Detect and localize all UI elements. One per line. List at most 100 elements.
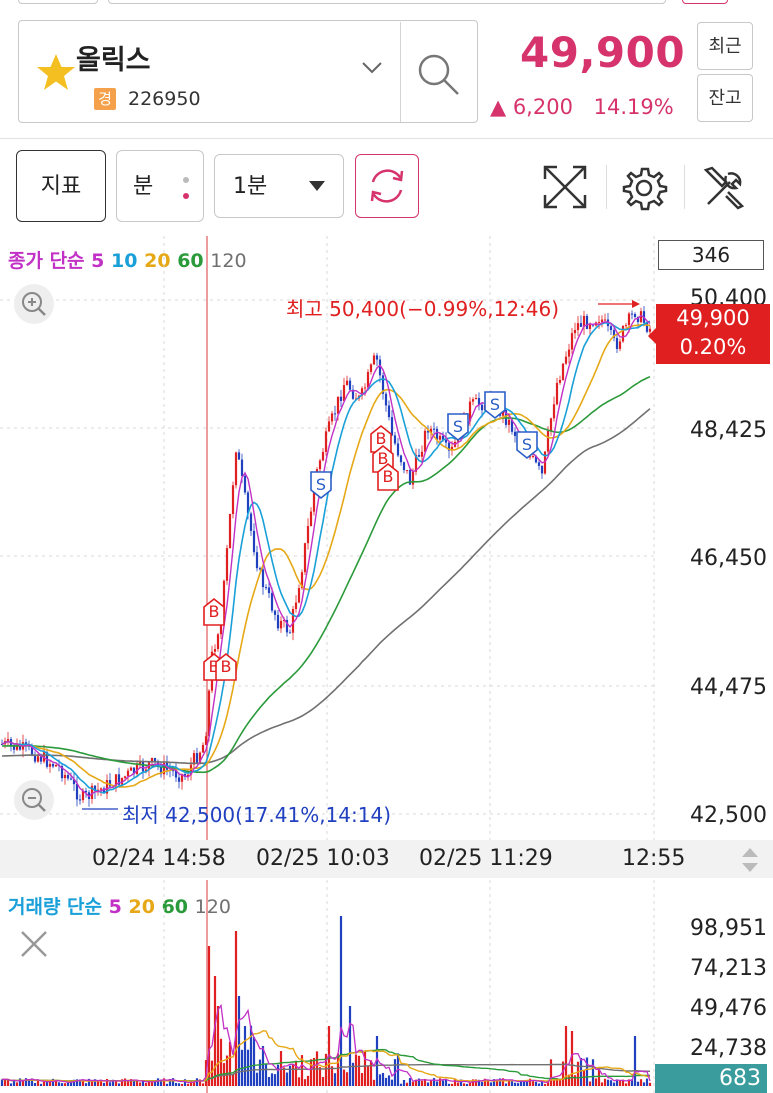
volume-bar — [207, 946, 211, 1086]
candle-body — [432, 428, 436, 430]
candle-body — [423, 430, 427, 452]
volume-bar — [177, 1083, 181, 1086]
volume-bar — [648, 1082, 652, 1086]
volume-bar — [612, 1082, 616, 1086]
candle-body — [51, 763, 55, 767]
volume-bar — [633, 1036, 637, 1086]
candle-body — [573, 330, 577, 334]
svg-text:S: S — [316, 475, 326, 494]
fullscreen-icon[interactable] — [541, 163, 589, 215]
volume-bar — [306, 1075, 310, 1086]
volume-bar — [102, 1082, 106, 1086]
volume-bar — [579, 1057, 583, 1086]
volume-bar — [192, 1082, 196, 1086]
candle-body — [330, 413, 334, 422]
volume-bar — [639, 1079, 643, 1086]
volume-bar — [561, 1061, 565, 1086]
volume-bar — [261, 1046, 265, 1086]
indicator-button[interactable]: 지표 — [16, 150, 106, 222]
candle-body — [390, 417, 394, 436]
volume-bar — [297, 1077, 301, 1086]
candle-body — [336, 396, 340, 414]
candle-body — [630, 313, 634, 315]
candle-body — [507, 419, 511, 425]
candle-body — [321, 451, 325, 461]
volume-bar — [594, 1078, 598, 1086]
volume-bar — [603, 1078, 607, 1086]
volume-bar — [33, 1082, 37, 1086]
volume-bar — [60, 1083, 64, 1086]
chevron-down-icon[interactable] — [360, 60, 384, 80]
resize-handle-icon[interactable] — [740, 846, 760, 878]
current-price-tag-value: 49,900 — [676, 306, 750, 330]
candle-body — [231, 485, 235, 515]
candle-body — [444, 439, 448, 443]
candle-body — [66, 774, 70, 779]
candle-body — [288, 632, 292, 634]
volume-bar — [126, 1081, 130, 1086]
volume-bar — [234, 931, 238, 1086]
candle-body — [627, 313, 631, 326]
svg-text:B: B — [209, 602, 220, 621]
volume-bar — [468, 1082, 472, 1086]
candle-body — [267, 587, 271, 594]
candle-body — [255, 552, 259, 569]
recent-button[interactable]: 최근 — [697, 22, 753, 70]
candle-body — [546, 430, 550, 452]
zoom-in-button[interactable] — [14, 284, 54, 324]
candle-body — [552, 404, 556, 419]
search-icon[interactable] — [414, 50, 464, 102]
volume-bar — [312, 1057, 316, 1086]
volume-bar — [489, 1082, 493, 1086]
candle-body — [537, 462, 541, 466]
y-tick-2: 48,425 — [690, 418, 767, 443]
volume-bar — [285, 1072, 289, 1086]
volume-chart — [0, 880, 655, 1093]
candle-body — [54, 764, 58, 767]
volume-bar — [132, 1081, 136, 1086]
candle-body — [303, 543, 307, 573]
price-change: ▲ 6,200 14.19% — [490, 95, 674, 119]
candle-body — [75, 784, 79, 800]
candle-body — [609, 326, 613, 331]
change-amount: ▲ 6,200 — [490, 95, 573, 119]
volume-bar — [390, 1079, 394, 1086]
candle-body — [384, 393, 388, 406]
zoom-out-button[interactable] — [14, 780, 54, 820]
volume-bar — [195, 1078, 199, 1086]
candle-body — [540, 465, 544, 474]
x-tick-3: 02/25 11:29 — [419, 846, 553, 871]
candle-body — [633, 313, 637, 317]
candle-body — [348, 380, 352, 390]
balance-button[interactable]: 잔고 — [697, 74, 753, 122]
volume-bar — [309, 1059, 313, 1086]
volume-bar — [201, 1083, 205, 1086]
volume-bar — [606, 1079, 610, 1086]
candle-body — [561, 363, 565, 380]
star-icon[interactable] — [34, 52, 78, 96]
candle-body — [273, 610, 277, 615]
volume-bar — [42, 1081, 46, 1086]
period-type-button[interactable]: 분 — [116, 150, 204, 222]
volume-bar — [138, 1082, 142, 1086]
candle-body — [63, 774, 67, 779]
volume-bar — [15, 1082, 19, 1086]
volume-bar — [408, 1078, 412, 1086]
tools-icon[interactable] — [700, 162, 750, 216]
interval-select[interactable]: 1분 — [214, 154, 344, 218]
candle-body — [78, 799, 82, 801]
volume-bar — [516, 1083, 520, 1086]
refresh-button[interactable] — [355, 154, 419, 218]
svg-text:B: B — [383, 467, 394, 486]
candle-body — [216, 634, 220, 650]
volume-bar — [573, 1075, 577, 1086]
y-tick-5: 42,500 — [690, 803, 767, 828]
candle-body — [402, 462, 406, 471]
volume-bar — [447, 1083, 451, 1086]
gear-icon[interactable] — [620, 164, 668, 216]
dot-inactive — [183, 177, 189, 183]
toolbar-divider — [0, 138, 773, 139]
candle-body — [195, 753, 199, 763]
volume-bar — [642, 1082, 646, 1086]
candle-body — [411, 471, 415, 485]
